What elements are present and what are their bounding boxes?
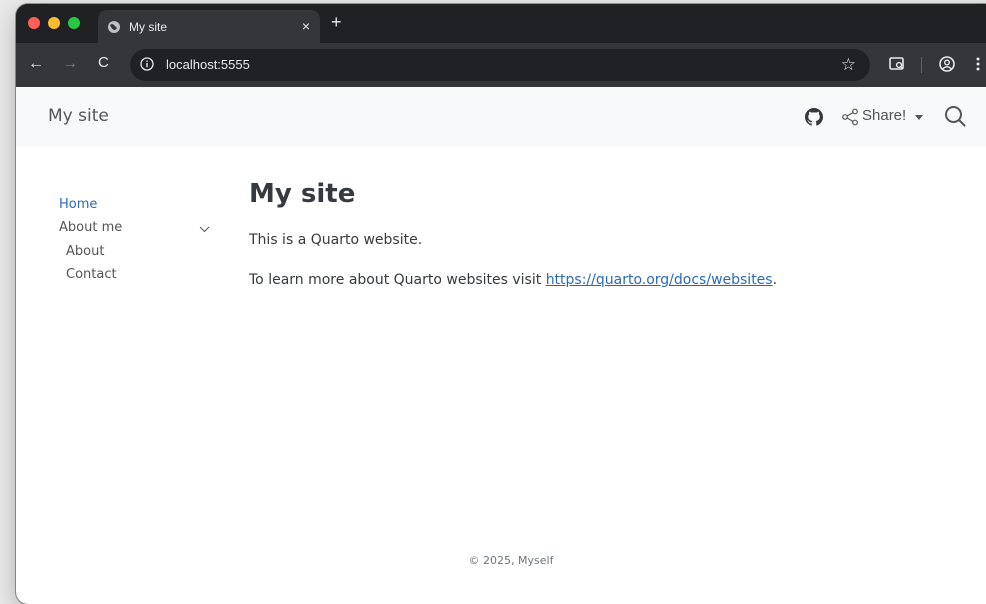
new-tab-button[interactable]: + <box>331 12 342 32</box>
caret-down-icon <box>915 115 923 120</box>
site-brand[interactable]: My site <box>48 106 109 126</box>
share-icon <box>842 108 858 126</box>
sidebar-section-about-me[interactable]: About me <box>59 220 122 235</box>
sidebar-item-home[interactable]: Home <box>59 197 97 212</box>
learn-more-suffix: . <box>772 272 778 288</box>
learn-more-paragraph: To learn more about Quarto websites visi… <box>249 272 777 288</box>
close-window-button[interactable] <box>28 17 40 29</box>
web-page: My site Share! Home About me About Conta… <box>16 87 986 604</box>
github-icon[interactable] <box>805 108 823 126</box>
browser-window: My site × + ← → C localhost:5555 ☆ My si… <box>16 4 986 604</box>
back-button[interactable]: ← <box>28 55 44 73</box>
share-label: Share! <box>862 107 907 124</box>
url-text[interactable]: localhost:5555 <box>166 57 250 72</box>
maximize-window-button[interactable] <box>68 17 80 29</box>
more-icon[interactable] <box>974 55 982 73</box>
intro-paragraph: This is a Quarto website. <box>249 232 423 248</box>
tab-close-button[interactable]: × <box>302 18 310 34</box>
page-title: My site <box>249 179 356 209</box>
learn-more-text: To learn more about Quarto websites visi… <box>249 272 546 288</box>
tab-strip: My site × + <box>16 4 986 43</box>
toolbar-separator <box>921 57 922 73</box>
sidebar-item-contact[interactable]: Contact <box>66 267 117 282</box>
tab-title: My site <box>129 20 168 34</box>
browser-tab[interactable]: My site × <box>98 10 320 43</box>
bookmark-star-icon[interactable]: ☆ <box>841 55 856 75</box>
footer-text: © 2025, Myself <box>468 554 554 567</box>
reload-button[interactable]: C <box>98 54 109 72</box>
forward-button[interactable]: → <box>62 55 78 73</box>
minimize-window-button[interactable] <box>48 17 60 29</box>
page-footer: © 2025, Myself <box>16 554 986 567</box>
search-icon[interactable] <box>944 105 966 127</box>
sidebar-item-about[interactable]: About <box>66 244 104 259</box>
globe-icon <box>108 21 120 33</box>
address-bar[interactable]: localhost:5555 ☆ <box>130 49 870 81</box>
browser-toolbar: ← → C localhost:5555 ☆ <box>16 43 986 87</box>
quarto-docs-link[interactable]: https://quarto.org/docs/websites <box>546 272 773 288</box>
info-icon[interactable] <box>140 57 154 71</box>
site-navbar: My site Share! <box>16 87 986 147</box>
account-icon[interactable] <box>938 55 956 73</box>
tab-search-icon[interactable] <box>888 55 906 73</box>
chevron-down-icon[interactable] <box>199 226 210 233</box>
